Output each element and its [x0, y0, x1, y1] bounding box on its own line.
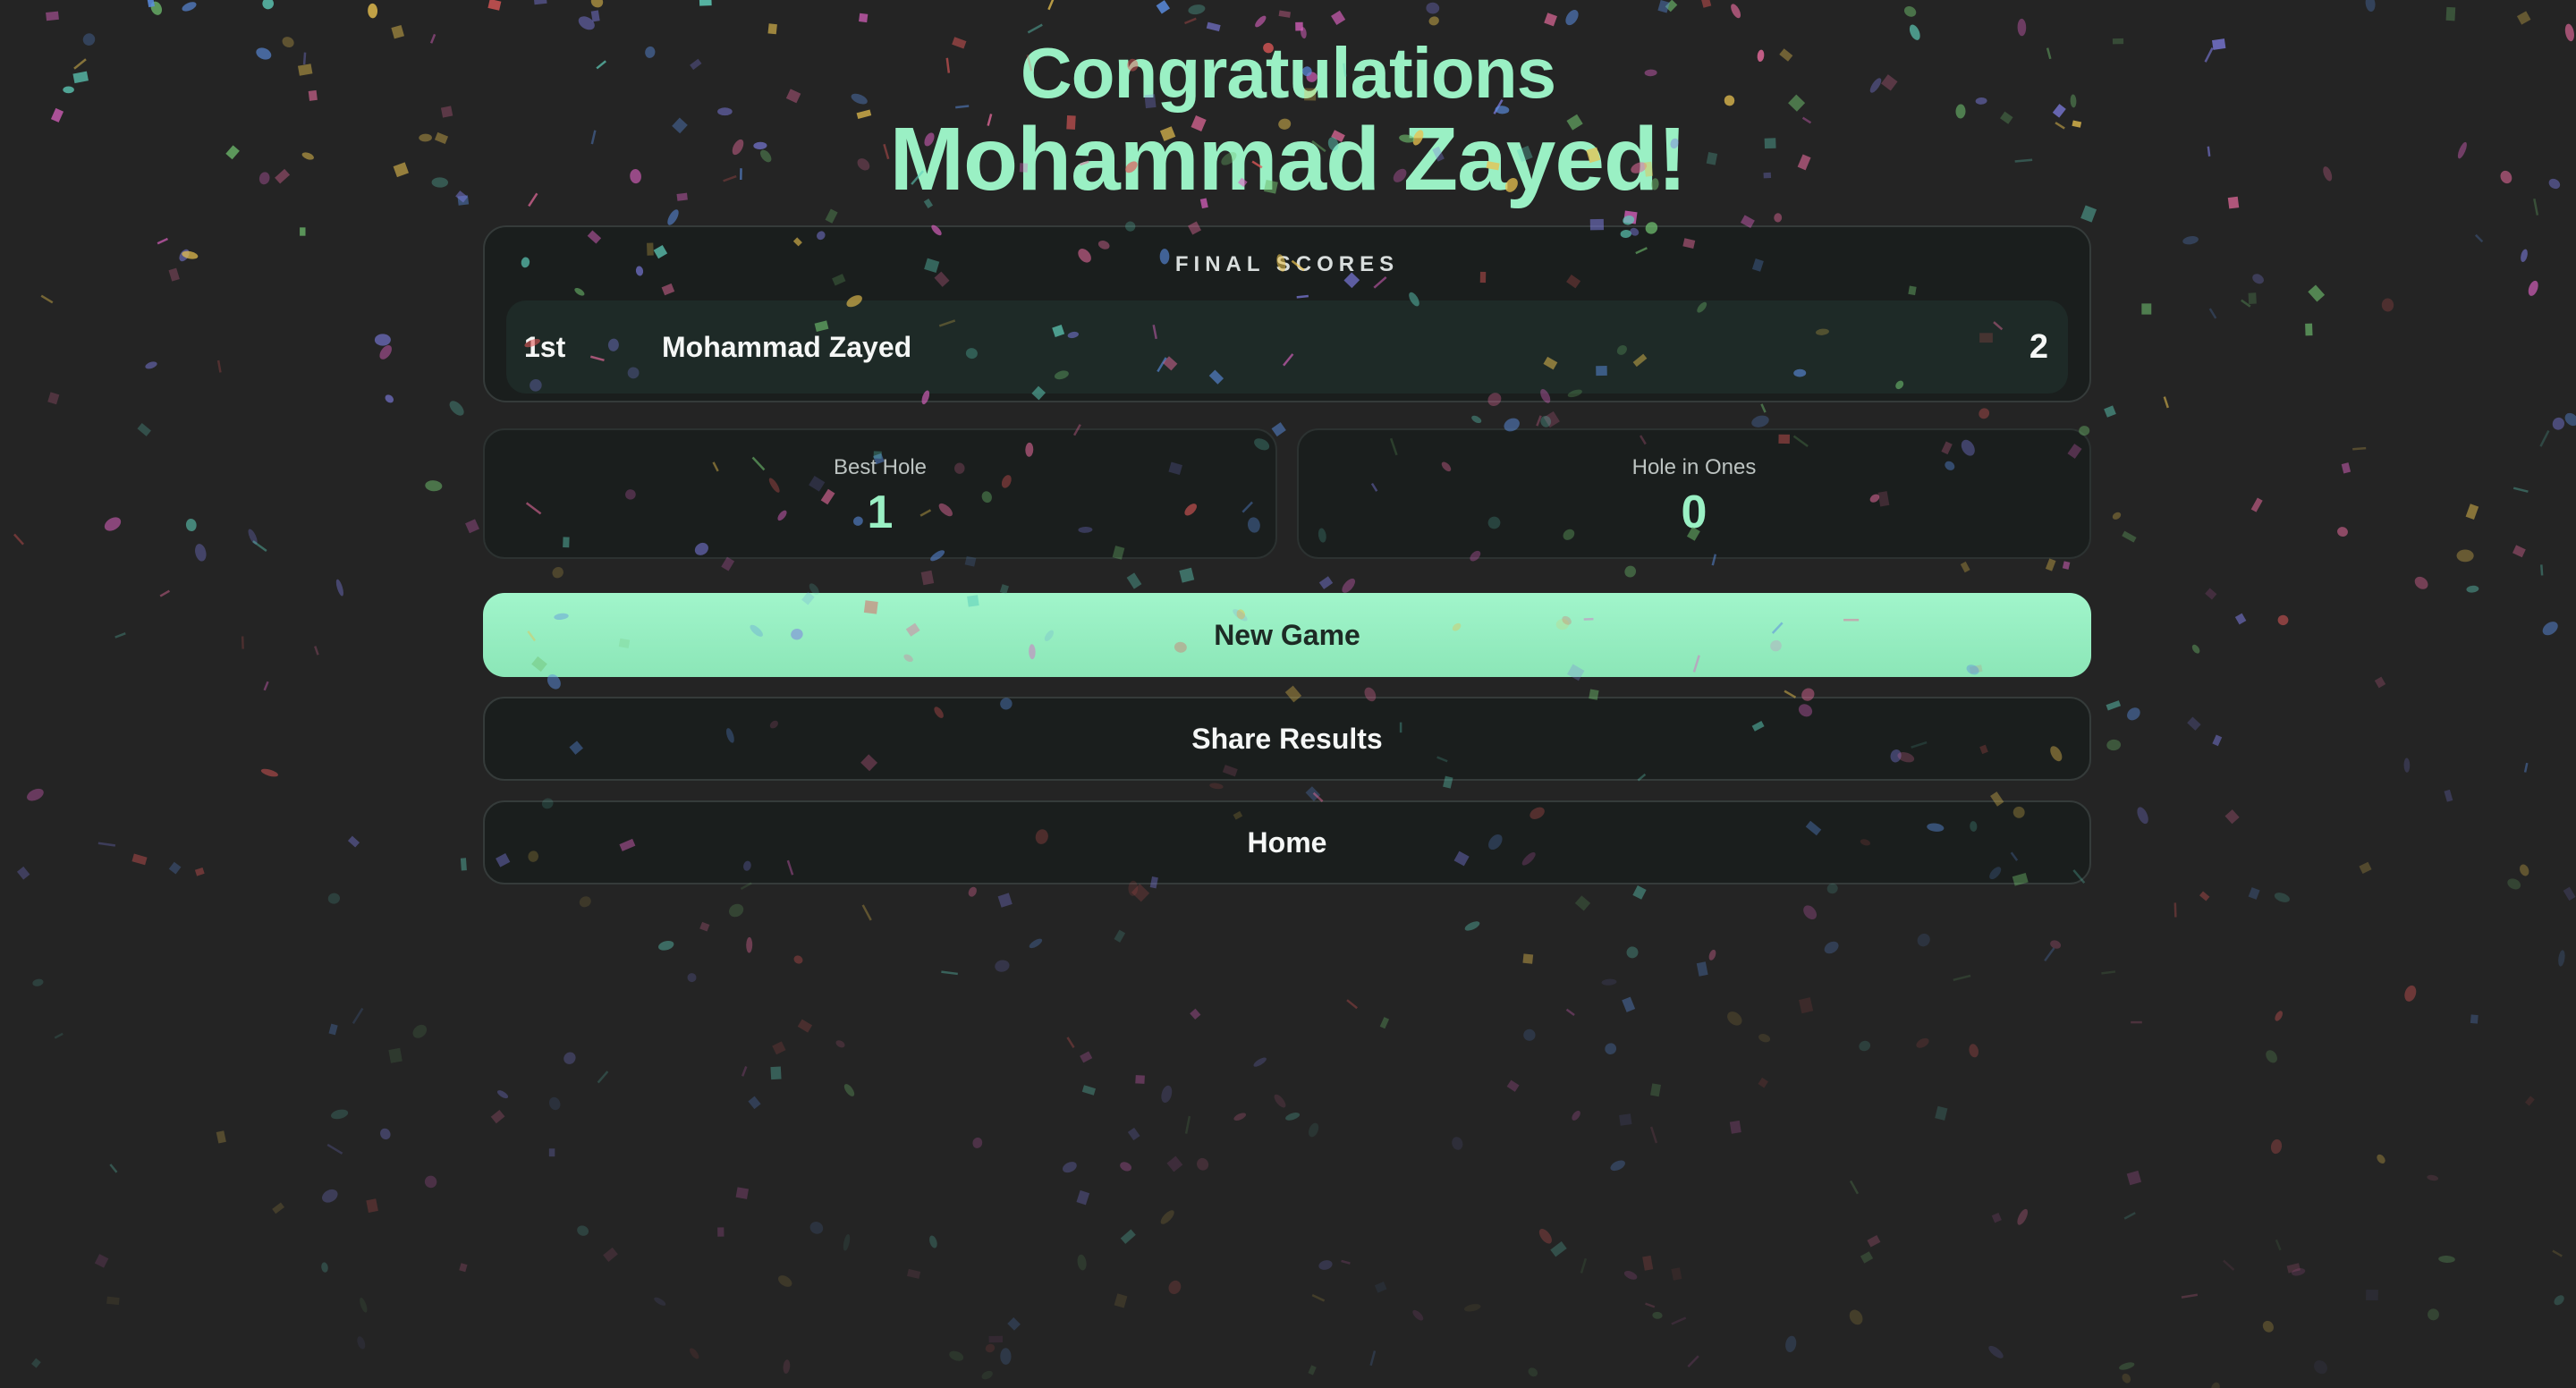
hole-in-ones-stat: Hole in Ones 0 — [1297, 428, 2091, 559]
best-hole-label: Best Hole — [833, 455, 928, 479]
best-hole-stat: Best Hole 1 — [483, 428, 1277, 559]
hole-in-ones-value: 0 — [1681, 487, 1707, 538]
new-game-button[interactable]: New Game — [483, 593, 2091, 677]
score-row: 1st Mohammad Zayed 2 — [506, 300, 2068, 394]
winner-heading: Mohammad Zayed! — [889, 109, 1688, 209]
best-hole-value: 1 — [867, 487, 894, 538]
final-scores-panel: FINAL SCORES 1st Mohammad Zayed 2 — [483, 225, 2091, 402]
final-scores-heading: FINAL SCORES — [1174, 252, 1400, 276]
hole-in-ones-label: Hole in Ones — [1631, 455, 1757, 479]
score-player-name: Mohammad Zayed — [662, 331, 912, 363]
congratulations-heading: Congratulations — [1020, 33, 1556, 113]
score-rank: 1st — [524, 331, 566, 363]
share-results-button[interactable]: Share Results — [483, 697, 2091, 781]
results-screen: Congratulations Mohammad Zayed! FINAL SC… — [0, 0, 2576, 1388]
home-button[interactable]: Home — [483, 800, 2091, 884]
score-total: 2 — [2029, 328, 2048, 366]
